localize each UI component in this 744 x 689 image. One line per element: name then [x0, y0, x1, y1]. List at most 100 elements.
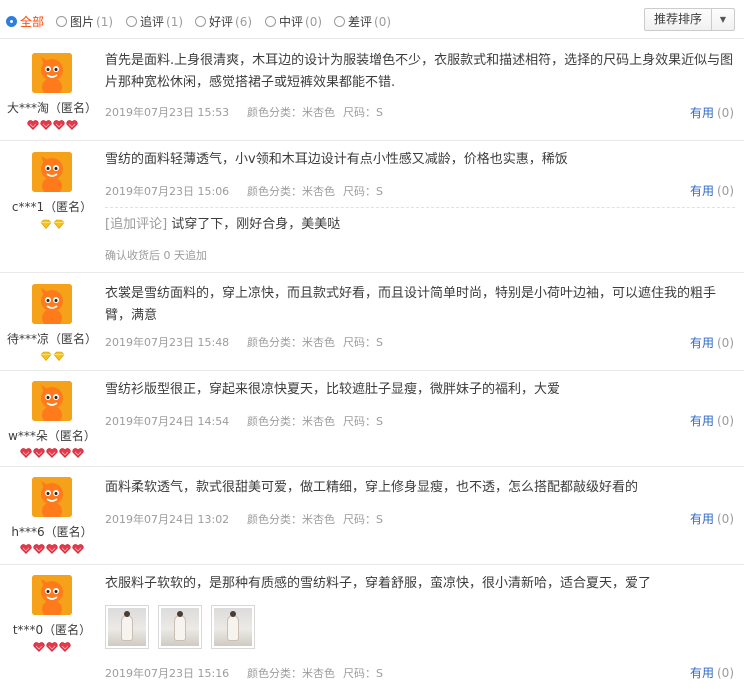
useful-count: (0): [717, 414, 734, 428]
size-label: 尺码：: [343, 513, 376, 526]
sort-label: 推荐排序: [645, 9, 712, 30]
review-content: 雪纺的面料轻薄透气，小v领和木耳边设计有点小性感又减龄，价格也实惠，稀饭 201…: [105, 149, 737, 262]
review-item: w***朵（匿名） 雪纺衫版型很正，穿起来很凉快夏天，比较遮肚子显瘦，微胖妹子的…: [0, 371, 744, 467]
user-name: t***0（匿名）: [12, 623, 92, 637]
avatar[interactable]: [32, 381, 72, 421]
review-photos: [105, 605, 255, 649]
append-tag: [追加评论]: [105, 217, 168, 232]
color-value: 米杏色: [302, 415, 335, 428]
filter-images[interactable]: 图片 (1): [56, 13, 113, 30]
review-user: 大***淘（匿名）: [0, 53, 104, 130]
review-date: 2019年07月23日 15:48: [105, 336, 230, 349]
red-heart-icon: [46, 448, 58, 458]
rank-badges: [0, 642, 104, 652]
filter-neutral[interactable]: 中评 (0): [265, 13, 322, 30]
useful-count: (0): [717, 336, 734, 350]
useful-button[interactable]: 有用 (0): [690, 664, 734, 681]
user-name: w***朵（匿名）: [8, 429, 96, 443]
review-meta: 2019年07月24日 13:02 颜色分类：米杏色 尺码：S: [105, 511, 383, 527]
useful-count: (0): [717, 512, 734, 526]
color-label: 颜色分类：: [247, 106, 302, 119]
useful-count: (0): [717, 106, 734, 120]
size-label: 尺码：: [343, 667, 376, 680]
rank-badges: [0, 448, 104, 458]
filter-label: 差评: [348, 15, 373, 29]
user-name: 待***凉（匿名）: [6, 332, 97, 346]
color-label: 颜色分类：: [247, 415, 302, 428]
filter-label: 追评: [140, 15, 165, 29]
size-value: S: [376, 667, 383, 680]
useful-label: 有用: [689, 336, 714, 350]
filter-label: 中评: [279, 15, 304, 29]
review-user: c***1（匿名）: [0, 152, 104, 229]
color-label: 颜色分类：: [247, 513, 302, 526]
red-heart-icon: [52, 120, 65, 130]
useful-button[interactable]: 有用 (0): [690, 510, 734, 527]
rank-badges: [0, 544, 104, 554]
color-label: 颜色分类：: [247, 336, 302, 349]
avatar[interactable]: [32, 575, 72, 615]
caret-down-icon: ▼: [719, 15, 727, 24]
red-heart-icon: [65, 120, 78, 130]
radio-icon: [56, 16, 67, 27]
filter-bad[interactable]: 差评 (0): [334, 13, 391, 30]
red-heart-icon: [46, 544, 58, 554]
color-label: 颜色分类：: [247, 185, 302, 198]
size-label: 尺码：: [343, 336, 376, 349]
useful-button[interactable]: 有用 (0): [690, 182, 734, 199]
filter-append[interactable]: 追评 (1): [126, 13, 183, 30]
useful-button[interactable]: 有用 (0): [690, 104, 734, 121]
color-label: 颜色分类：: [247, 667, 302, 680]
review-item: h***6（匿名） 面料柔软透气，款式很甜美可爱，做工精细，穿上修身显瘦，也不透…: [0, 467, 744, 565]
red-heart-icon: [72, 544, 84, 554]
photo-thumbnail[interactable]: [105, 605, 149, 649]
user-name: h***6（匿名）: [11, 525, 93, 539]
review-text: 雪纺衫版型很正，穿起来很凉快夏天，比较遮肚子显瘦，微胖妹子的福利，大爱: [105, 382, 561, 397]
photo-thumbnail[interactable]: [158, 605, 202, 649]
filter-count: (6): [235, 14, 253, 29]
red-heart-icon: [20, 448, 32, 458]
review-content: 面料柔软透气，款式很甜美可爱，做工精细，穿上修身显瘦，也不透，怎么搭配都敲级好看…: [105, 477, 737, 526]
size-label: 尺码：: [343, 185, 376, 198]
append-text: 试穿了下，刚好合身，美美哒: [171, 217, 341, 232]
sort-dropdown[interactable]: 推荐排序 ▼: [643, 8, 735, 31]
review-meta: 2019年07月23日 15:53 颜色分类：米杏色 尺码：S: [105, 104, 383, 120]
avatar[interactable]: [32, 284, 72, 324]
avatar[interactable]: [32, 152, 72, 192]
avatar[interactable]: [32, 477, 72, 517]
review-content: 衣服料子软软的，是那种有质感的雪纺料子，穿着舒服，蛮凉快，很小清新哈，适合夏天，…: [105, 573, 737, 680]
photo-thumbnail[interactable]: [211, 605, 255, 649]
review-item: t***0（匿名） 衣服料子软软的，是那种有质感的雪纺料子，穿着舒服，蛮凉快，很…: [0, 565, 744, 689]
red-heart-icon: [59, 544, 71, 554]
review-date: 2019年07月24日 14:54: [105, 415, 230, 428]
rank-badges: [0, 219, 104, 229]
review-date: 2019年07月23日 15:06: [105, 185, 230, 198]
filter-count: (1): [96, 14, 114, 29]
red-heart-icon: [59, 448, 71, 458]
review-date: 2019年07月23日 15:53: [105, 106, 230, 119]
red-heart-icon: [33, 544, 45, 554]
filter-all[interactable]: 全部: [6, 13, 44, 30]
useful-label: 有用: [689, 666, 714, 680]
red-heart-icon: [26, 120, 39, 130]
review-text: 衣裳是雪纺面料的，穿上凉快，而且款式好看，而且设计简单时尚，特别是小荷叶边袖，可…: [105, 286, 717, 323]
yellow-diamond-icon: [53, 219, 65, 229]
red-heart-icon: [33, 448, 45, 458]
filter-good[interactable]: 好评 (6): [195, 13, 252, 30]
filter-count: (0): [305, 14, 323, 29]
review-user: w***朵（匿名）: [0, 381, 104, 458]
append-divider: [105, 207, 735, 208]
filter-bar: 全部 图片 (1) 追评 (1) 好评 (6) 中评 (0) 差评 (0) 推荐…: [0, 0, 744, 39]
avatar[interactable]: [32, 53, 72, 93]
review-user: t***0（匿名）: [0, 575, 104, 652]
review-date: 2019年07月24日 13:02: [105, 513, 230, 526]
red-heart-icon: [33, 642, 45, 652]
useful-button[interactable]: 有用 (0): [690, 334, 734, 351]
radio-icon: [265, 16, 276, 27]
size-value: S: [376, 185, 383, 198]
review-content: 雪纺衫版型很正，穿起来很凉快夏天，比较遮肚子显瘦，微胖妹子的福利，大爱 2019…: [105, 379, 737, 428]
review-content: 首先是面料.上身很清爽，木耳边的设计为服装增色不少，衣服款式和描述相符，选择的尺…: [105, 50, 737, 119]
color-value: 米杏色: [302, 667, 335, 680]
radio-icon: [6, 16, 17, 27]
useful-button[interactable]: 有用 (0): [690, 412, 734, 429]
